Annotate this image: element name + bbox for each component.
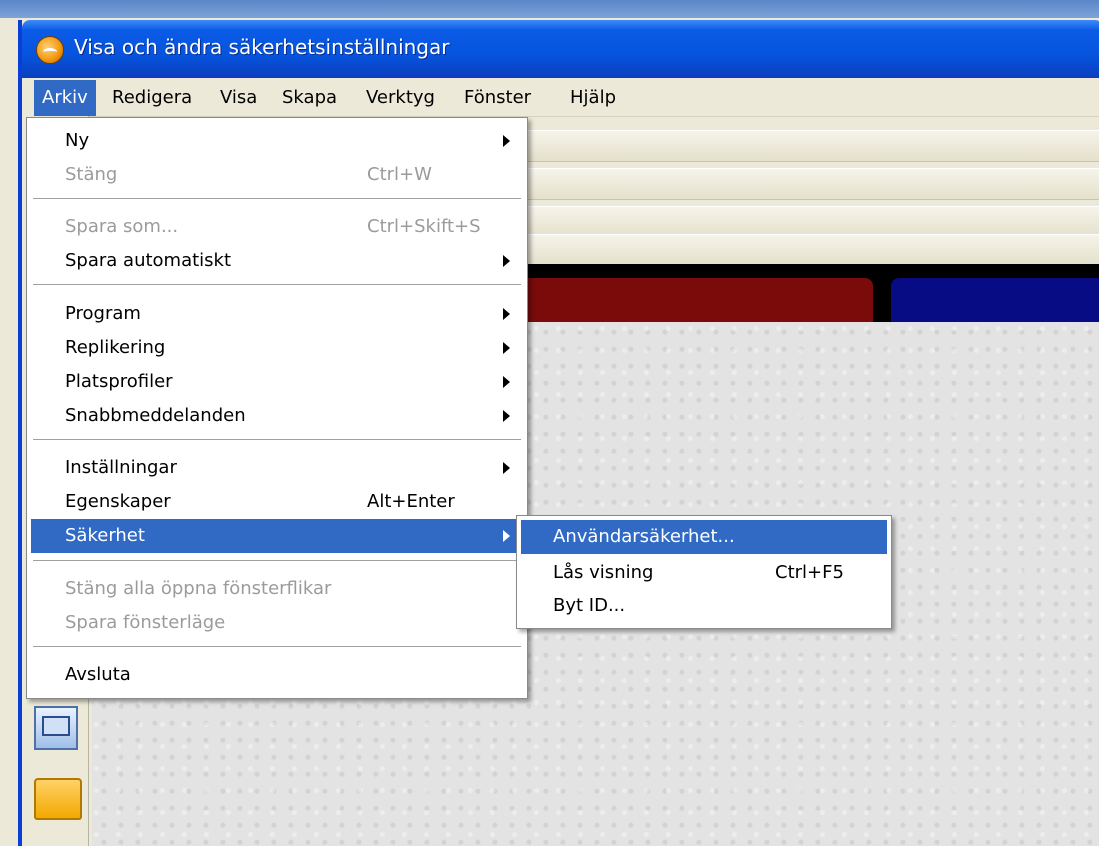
menu-item-label: Stäng alla öppna fönsterflikar — [65, 578, 332, 599]
menu-visa[interactable]: Visa — [212, 80, 265, 116]
menu-item-label: Säkerhet — [65, 525, 145, 546]
menu-item-label: Spara fönsterläge — [65, 612, 226, 633]
folder-icon[interactable] — [34, 778, 82, 820]
submenu-item-anvandarsakerhet[interactable]: Användarsäkerhet... — [521, 520, 887, 554]
menu-fonster[interactable]: Fönster — [456, 80, 539, 116]
tab-blue[interactable] — [891, 278, 1099, 322]
tab-red[interactable] — [527, 278, 873, 322]
menu-separator — [33, 284, 521, 285]
menu-item-egenskaper[interactable]: Egenskaper Alt+Enter — [31, 485, 523, 519]
submenu-arrow-icon — [503, 410, 510, 422]
menu-separator — [33, 646, 521, 647]
window-title: Visa och ändra säkerhetsinställningar — [74, 35, 450, 59]
menu-item-label: Avsluta — [65, 664, 131, 685]
menu-item-replikering[interactable]: Replikering — [31, 331, 523, 365]
menu-item-label: Program — [65, 303, 141, 324]
menu-separator — [33, 560, 521, 561]
menu-item-program[interactable]: Program — [31, 297, 523, 331]
menu-item-sakerhet[interactable]: Säkerhet — [31, 519, 523, 553]
menu-item-label: Spara automatiskt — [65, 250, 232, 271]
menu-separator — [33, 439, 521, 440]
toolbar-2 — [527, 168, 1099, 200]
submenu-arrow-icon — [503, 376, 510, 388]
sakerhet-submenu: Användarsäkerhet... Lås visning Ctrl+F5 … — [516, 515, 892, 629]
menu-redigera[interactable]: Redigera — [104, 80, 200, 116]
menu-item-label: Snabbmeddelanden — [65, 405, 246, 426]
menu-item-spara-automatiskt[interactable]: Spara automatiskt — [31, 244, 523, 278]
menu-item-spara-som: Spara som... Ctrl+Skift+S — [31, 210, 523, 244]
menu-item-stang-alla: Stäng alla öppna fönsterflikar — [31, 572, 523, 606]
submenu-item-byt-id[interactable]: Byt ID... — [521, 589, 887, 623]
submenu-arrow-icon — [503, 135, 510, 147]
menu-verktyg[interactable]: Verktyg — [358, 80, 443, 116]
menu-item-installningar[interactable]: Inställningar — [31, 451, 523, 485]
submenu-arrow-icon — [503, 462, 510, 474]
menu-item-label: Användarsäkerhet... — [553, 526, 735, 547]
menu-hjalp[interactable]: Hjälp — [562, 80, 624, 116]
title-bar[interactable]: Visa och ändra säkerhetsinställningar — [22, 20, 1099, 78]
arkiv-menu: Ny Stäng Ctrl+W Spara som... Ctrl+Skift+… — [26, 117, 528, 699]
menu-item-label: Platsprofiler — [65, 371, 173, 392]
toolbar-4 — [527, 234, 1099, 266]
submenu-arrow-icon — [503, 530, 510, 542]
menu-item-spara-fonsterlage: Spara fönsterläge — [31, 606, 523, 640]
submenu-arrow-icon — [503, 308, 510, 320]
menu-item-shortcut: Ctrl+F5 — [775, 562, 844, 583]
menu-item-avsluta[interactable]: Avsluta — [31, 658, 523, 692]
toolbar-1 — [527, 130, 1099, 162]
menu-item-platsprofiler[interactable]: Platsprofiler — [31, 365, 523, 399]
menu-item-label: Replikering — [65, 337, 166, 358]
menu-item-stang: Stäng Ctrl+W — [31, 158, 523, 192]
menu-item-ny[interactable]: Ny — [31, 124, 523, 158]
menu-item-label: Egenskaper — [65, 491, 171, 512]
menu-item-label: Lås visning — [553, 562, 654, 583]
menu-item-snabbmeddelanden[interactable]: Snabbmeddelanden — [31, 399, 523, 433]
menu-item-shortcut: Ctrl+W — [367, 164, 432, 185]
submenu-arrow-icon — [503, 342, 510, 354]
menu-item-label: Spara som... — [65, 216, 179, 237]
menu-item-label: Byt ID... — [553, 595, 626, 616]
menu-arkiv[interactable]: Arkiv — [34, 80, 96, 116]
menu-separator — [33, 198, 521, 199]
menu-bar: Arkiv Redigera Visa Skapa Verktyg Fönste… — [22, 80, 1099, 117]
menu-item-label: Stäng — [65, 164, 118, 185]
submenu-arrow-icon — [503, 255, 510, 267]
window-list-icon[interactable] — [34, 706, 78, 750]
submenu-item-las-visning[interactable]: Lås visning Ctrl+F5 — [521, 556, 887, 590]
menu-skapa[interactable]: Skapa — [274, 80, 345, 116]
menu-item-label: Ny — [65, 130, 90, 151]
menu-item-shortcut: Alt+Enter — [367, 491, 455, 512]
menu-item-shortcut: Ctrl+Skift+S — [367, 216, 481, 237]
app-orb-icon[interactable] — [36, 36, 64, 64]
menu-item-label: Inställningar — [65, 457, 177, 478]
